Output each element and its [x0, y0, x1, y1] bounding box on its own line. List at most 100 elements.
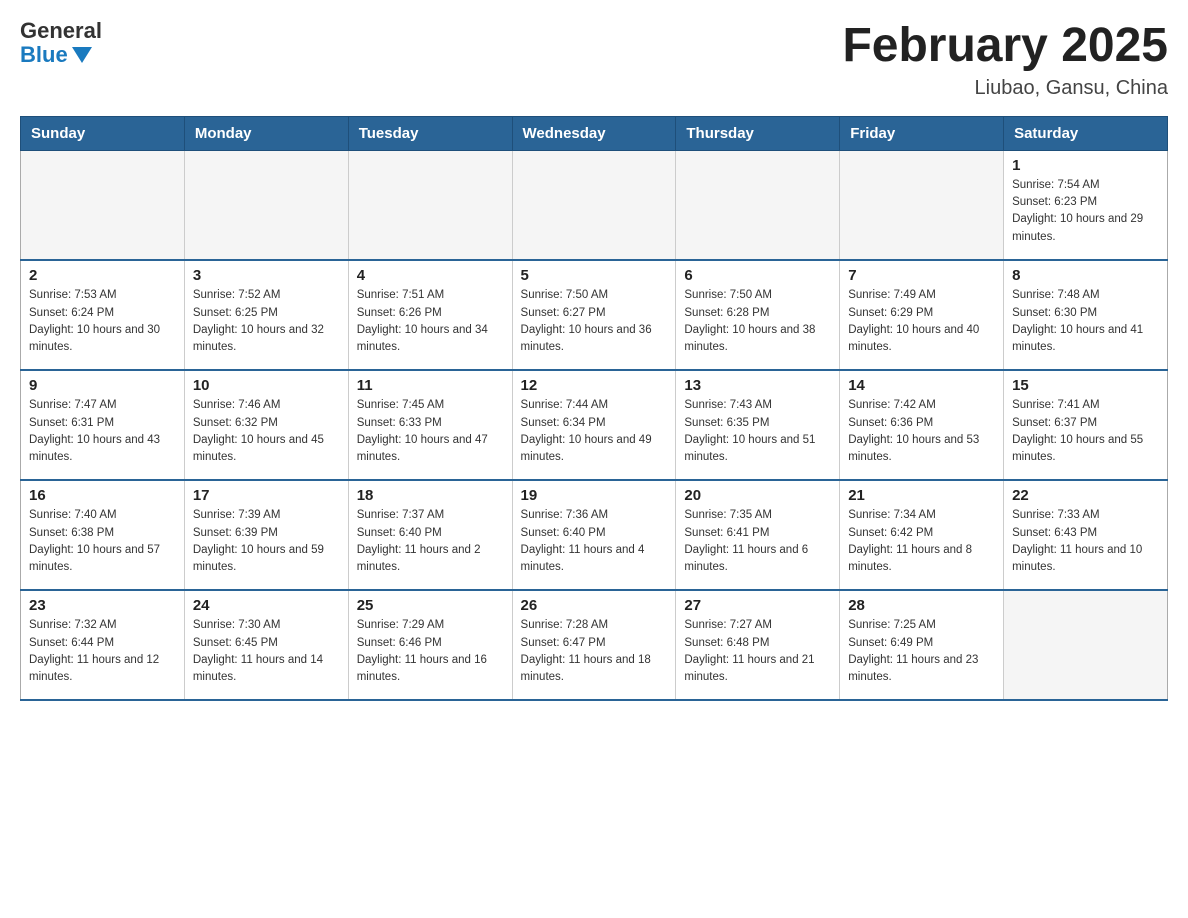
- day-cell: 2 Sunrise: 7:53 AMSunset: 6:24 PMDaylight…: [21, 260, 185, 370]
- day-number: 18: [357, 487, 504, 504]
- day-cell: 5 Sunrise: 7:50 AMSunset: 6:27 PMDaylight…: [512, 260, 676, 370]
- calendar-title: February 2025: [842, 20, 1168, 73]
- day-cell: 28 Sunrise: 7:25 AMSunset: 6:49 PMDayligh…: [840, 590, 1004, 700]
- day-cell: 12 Sunrise: 7:44 AMSunset: 6:34 PMDayligh…: [512, 370, 676, 480]
- header-friday: Friday: [840, 116, 1004, 150]
- day-cell: [21, 150, 185, 260]
- day-number: 8: [1012, 267, 1159, 284]
- logo-triangle-icon: [72, 47, 92, 63]
- day-cell: 11 Sunrise: 7:45 AMSunset: 6:33 PMDayligh…: [348, 370, 512, 480]
- day-info: Sunrise: 7:29 AMSunset: 6:46 PMDaylight:…: [357, 617, 504, 686]
- day-cell: 27 Sunrise: 7:27 AMSunset: 6:48 PMDayligh…: [676, 590, 840, 700]
- day-number: 17: [193, 487, 340, 504]
- day-cell: 7 Sunrise: 7:49 AMSunset: 6:29 PMDaylight…: [840, 260, 1004, 370]
- day-number: 2: [29, 267, 176, 284]
- day-number: 16: [29, 487, 176, 504]
- day-cell: 21 Sunrise: 7:34 AMSunset: 6:42 PMDayligh…: [840, 480, 1004, 590]
- week-row-3: 9 Sunrise: 7:47 AMSunset: 6:31 PMDaylight…: [21, 370, 1168, 480]
- day-info: Sunrise: 7:30 AMSunset: 6:45 PMDaylight:…: [193, 617, 340, 686]
- day-cell: 22 Sunrise: 7:33 AMSunset: 6:43 PMDayligh…: [1004, 480, 1168, 590]
- day-number: 12: [521, 377, 668, 394]
- day-number: 7: [848, 267, 995, 284]
- calendar-header-row: SundayMondayTuesdayWednesdayThursdayFrid…: [21, 116, 1168, 150]
- day-info: Sunrise: 7:48 AMSunset: 6:30 PMDaylight:…: [1012, 287, 1159, 356]
- day-cell: 25 Sunrise: 7:29 AMSunset: 6:46 PMDayligh…: [348, 590, 512, 700]
- day-info: Sunrise: 7:50 AMSunset: 6:27 PMDaylight:…: [521, 287, 668, 356]
- day-info: Sunrise: 7:39 AMSunset: 6:39 PMDaylight:…: [193, 507, 340, 576]
- day-number: 25: [357, 597, 504, 614]
- day-cell: [348, 150, 512, 260]
- day-number: 23: [29, 597, 176, 614]
- day-info: Sunrise: 7:50 AMSunset: 6:28 PMDaylight:…: [684, 287, 831, 356]
- day-cell: 1 Sunrise: 7:54 AMSunset: 6:23 PMDaylight…: [1004, 150, 1168, 260]
- day-info: Sunrise: 7:47 AMSunset: 6:31 PMDaylight:…: [29, 397, 176, 466]
- day-info: Sunrise: 7:36 AMSunset: 6:40 PMDaylight:…: [521, 507, 668, 576]
- calendar-table: SundayMondayTuesdayWednesdayThursdayFrid…: [20, 116, 1168, 702]
- day-cell: 23Sunrise: 7:32 AMSunset: 6:44 PMDayligh…: [21, 590, 185, 700]
- day-number: 4: [357, 267, 504, 284]
- header-sunday: Sunday: [21, 116, 185, 150]
- day-cell: 13Sunrise: 7:43 AMSunset: 6:35 PMDayligh…: [676, 370, 840, 480]
- day-info: Sunrise: 7:28 AMSunset: 6:47 PMDaylight:…: [521, 617, 668, 686]
- day-cell: 26 Sunrise: 7:28 AMSunset: 6:47 PMDayligh…: [512, 590, 676, 700]
- day-number: 26: [521, 597, 668, 614]
- day-number: 21: [848, 487, 995, 504]
- day-info: Sunrise: 7:41 AMSunset: 6:37 PMDaylight:…: [1012, 397, 1159, 466]
- day-info: Sunrise: 7:33 AMSunset: 6:43 PMDaylight:…: [1012, 507, 1159, 576]
- day-cell: 17 Sunrise: 7:39 AMSunset: 6:39 PMDayligh…: [184, 480, 348, 590]
- page-header: General Blue February 2025 Liubao, Gansu…: [20, 20, 1168, 100]
- title-block: February 2025 Liubao, Gansu, China: [842, 20, 1168, 100]
- day-cell: 16 Sunrise: 7:40 AMSunset: 6:38 PMDayligh…: [21, 480, 185, 590]
- day-info: Sunrise: 7:46 AMSunset: 6:32 PMDaylight:…: [193, 397, 340, 466]
- day-info: Sunrise: 7:34 AMSunset: 6:42 PMDaylight:…: [848, 507, 995, 576]
- day-number: 22: [1012, 487, 1159, 504]
- day-info: Sunrise: 7:54 AMSunset: 6:23 PMDaylight:…: [1012, 177, 1159, 246]
- day-info: Sunrise: 7:40 AMSunset: 6:38 PMDaylight:…: [29, 507, 176, 576]
- day-number: 11: [357, 377, 504, 394]
- day-info: Sunrise: 7:49 AMSunset: 6:29 PMDaylight:…: [848, 287, 995, 356]
- day-number: 5: [521, 267, 668, 284]
- day-cell: 8 Sunrise: 7:48 AMSunset: 6:30 PMDaylight…: [1004, 260, 1168, 370]
- day-info: Sunrise: 7:25 AMSunset: 6:49 PMDaylight:…: [848, 617, 995, 686]
- day-cell: 19 Sunrise: 7:36 AMSunset: 6:40 PMDayligh…: [512, 480, 676, 590]
- day-info: Sunrise: 7:43 AMSunset: 6:35 PMDaylight:…: [684, 397, 831, 466]
- day-info: Sunrise: 7:37 AMSunset: 6:40 PMDaylight:…: [357, 507, 504, 576]
- day-info: Sunrise: 7:27 AMSunset: 6:48 PMDaylight:…: [684, 617, 831, 686]
- day-cell: 15Sunrise: 7:41 AMSunset: 6:37 PMDayligh…: [1004, 370, 1168, 480]
- header-thursday: Thursday: [676, 116, 840, 150]
- day-number: 9: [29, 377, 176, 394]
- day-info: Sunrise: 7:52 AMSunset: 6:25 PMDaylight:…: [193, 287, 340, 356]
- day-info: Sunrise: 7:44 AMSunset: 6:34 PMDaylight:…: [521, 397, 668, 466]
- week-row-1: 1 Sunrise: 7:54 AMSunset: 6:23 PMDaylight…: [21, 150, 1168, 260]
- day-cell: 9 Sunrise: 7:47 AMSunset: 6:31 PMDaylight…: [21, 370, 185, 480]
- logo-blue-text: Blue: [20, 42, 92, 68]
- day-number: 27: [684, 597, 831, 614]
- day-number: 20: [684, 487, 831, 504]
- calendar-subtitle: Liubao, Gansu, China: [842, 77, 1168, 100]
- logo-general-text: General: [20, 20, 102, 42]
- day-info: Sunrise: 7:45 AMSunset: 6:33 PMDaylight:…: [357, 397, 504, 466]
- day-number: 1: [1012, 157, 1159, 174]
- day-number: 28: [848, 597, 995, 614]
- day-cell: 4 Sunrise: 7:51 AMSunset: 6:26 PMDaylight…: [348, 260, 512, 370]
- header-monday: Monday: [184, 116, 348, 150]
- day-number: 10: [193, 377, 340, 394]
- week-row-4: 16 Sunrise: 7:40 AMSunset: 6:38 PMDayligh…: [21, 480, 1168, 590]
- day-cell: 10 Sunrise: 7:46 AMSunset: 6:32 PMDayligh…: [184, 370, 348, 480]
- day-cell: 24 Sunrise: 7:30 AMSunset: 6:45 PMDayligh…: [184, 590, 348, 700]
- day-number: 19: [521, 487, 668, 504]
- day-number: 24: [193, 597, 340, 614]
- day-cell: 14Sunrise: 7:42 AMSunset: 6:36 PMDayligh…: [840, 370, 1004, 480]
- day-cell: 18 Sunrise: 7:37 AMSunset: 6:40 PMDayligh…: [348, 480, 512, 590]
- day-cell: 20Sunrise: 7:35 AMSunset: 6:41 PMDayligh…: [676, 480, 840, 590]
- week-row-2: 2 Sunrise: 7:53 AMSunset: 6:24 PMDaylight…: [21, 260, 1168, 370]
- logo: General Blue: [20, 20, 102, 68]
- day-cell: [184, 150, 348, 260]
- day-info: Sunrise: 7:51 AMSunset: 6:26 PMDaylight:…: [357, 287, 504, 356]
- day-info: Sunrise: 7:53 AMSunset: 6:24 PMDaylight:…: [29, 287, 176, 356]
- week-row-5: 23Sunrise: 7:32 AMSunset: 6:44 PMDayligh…: [21, 590, 1168, 700]
- day-cell: [840, 150, 1004, 260]
- day-info: Sunrise: 7:42 AMSunset: 6:36 PMDaylight:…: [848, 397, 995, 466]
- day-cell: 3Sunrise: 7:52 AMSunset: 6:25 PMDaylight…: [184, 260, 348, 370]
- day-cell: [512, 150, 676, 260]
